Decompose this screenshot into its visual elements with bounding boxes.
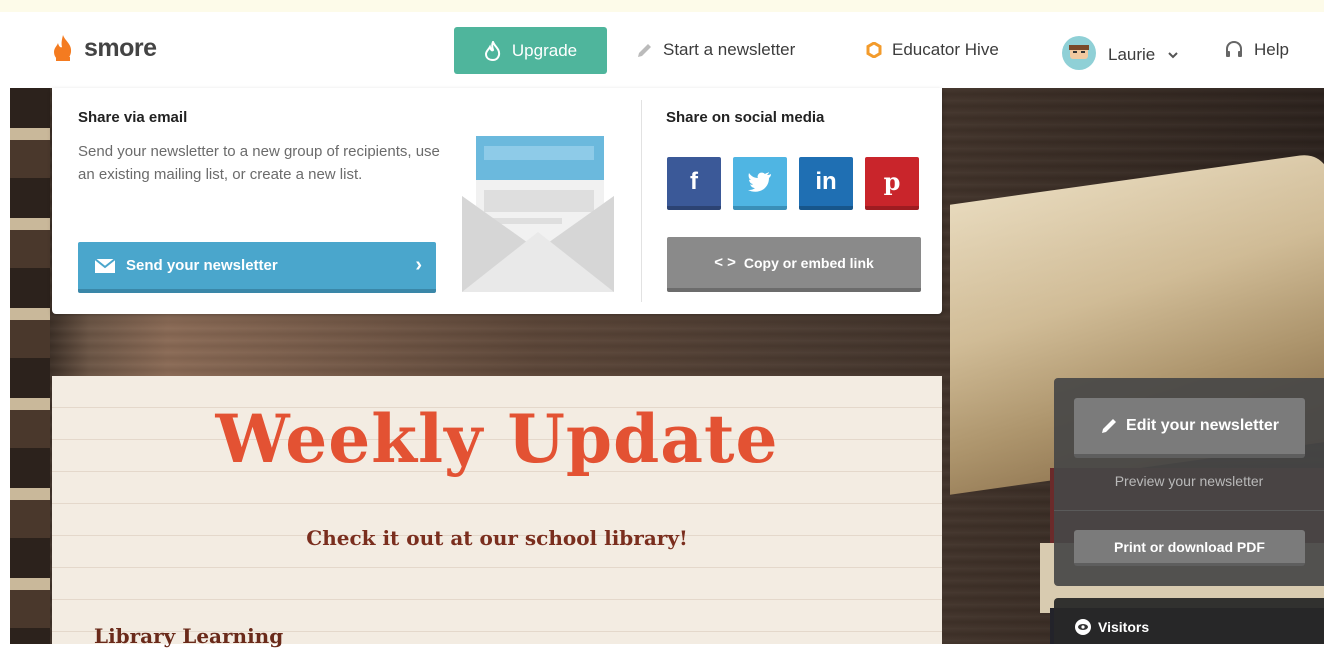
share-panel: Share via email Send your newsletter to … bbox=[52, 88, 942, 314]
share-email-description: Send your newsletter to a new group of r… bbox=[78, 143, 440, 183]
copy-embed-link-button[interactable]: < > Copy or embed link bbox=[667, 237, 921, 292]
chevron-down-icon bbox=[1168, 52, 1178, 59]
avatar bbox=[1062, 36, 1096, 70]
envelope-icon bbox=[94, 257, 116, 273]
avatar-icon bbox=[1069, 45, 1089, 59]
smore-logo[interactable]: smore bbox=[50, 33, 157, 63]
educator-hive-link[interactable]: Educator Hive bbox=[866, 40, 999, 60]
visitors-toggle[interactable]: Visitors bbox=[1074, 618, 1149, 636]
headset-icon bbox=[1226, 40, 1242, 57]
help-link[interactable]: Help bbox=[1224, 40, 1289, 60]
flame-icon bbox=[484, 40, 501, 61]
edit-newsletter-button[interactable]: Edit your newsletter bbox=[1074, 398, 1305, 458]
user-name: Laurie bbox=[1108, 45, 1156, 64]
newsletter-preview: Weekly Update Check it out at our school… bbox=[52, 376, 942, 648]
pinterest-share-button[interactable]: p bbox=[865, 157, 919, 210]
newsletter-title: Weekly Update bbox=[215, 400, 779, 478]
print-pdf-button[interactable]: Print or download PDF bbox=[1074, 530, 1305, 566]
logo-text: smore bbox=[84, 33, 157, 62]
twitter-share-button[interactable] bbox=[733, 157, 787, 210]
copy-embed-label: Copy or embed link bbox=[743, 254, 874, 271]
edit-newsletter-label: Edit your newsletter bbox=[1126, 417, 1279, 434]
side-actions-panel: Edit your newsletter Preview your newsle… bbox=[1054, 378, 1324, 586]
divider bbox=[1054, 510, 1324, 511]
facebook-icon: f bbox=[690, 167, 698, 195]
section-title: Library Learning bbox=[94, 624, 284, 648]
share-email-title: Share via email bbox=[78, 109, 188, 126]
flame-icon bbox=[54, 35, 72, 61]
linkedin-share-button[interactable]: in bbox=[799, 157, 853, 210]
hexagon-icon bbox=[866, 42, 882, 58]
twitter-icon bbox=[748, 171, 771, 192]
pinterest-icon: p bbox=[883, 167, 901, 196]
envelope-illustration bbox=[462, 136, 614, 292]
upgrade-button[interactable]: Upgrade bbox=[454, 27, 607, 74]
share-social-title: Share on social media bbox=[666, 109, 825, 126]
divider bbox=[641, 100, 642, 302]
send-newsletter-label: Send your newsletter bbox=[126, 257, 278, 274]
visitors-label: Visitors bbox=[1098, 619, 1150, 635]
help-label: Help bbox=[1254, 40, 1289, 59]
pencil-icon bbox=[1102, 419, 1117, 433]
newsletter-subtitle: Check it out at our school library! bbox=[306, 526, 688, 550]
start-newsletter-label: Start a newsletter bbox=[663, 40, 796, 59]
facebook-share-button[interactable]: f bbox=[667, 157, 721, 210]
educator-hive-label: Educator Hive bbox=[892, 40, 999, 59]
visitors-panel: Visitors bbox=[1054, 598, 1324, 644]
eye-icon bbox=[1075, 619, 1091, 635]
linkedin-icon: in bbox=[815, 167, 837, 195]
top-nav: smore Upgrade Start a newsletter Educato… bbox=[0, 12, 1324, 88]
send-newsletter-button[interactable]: Send your newsletter › bbox=[78, 242, 436, 293]
user-menu[interactable]: Laurie bbox=[1062, 36, 1179, 70]
chevron-right-icon: › bbox=[415, 254, 422, 276]
start-newsletter-link[interactable]: Start a newsletter bbox=[636, 40, 795, 60]
preview-newsletter-link[interactable]: Preview your newsletter bbox=[1054, 473, 1324, 489]
code-icon: < > bbox=[714, 254, 736, 271]
pencil-icon bbox=[638, 43, 651, 57]
upgrade-label: Upgrade bbox=[511, 40, 578, 60]
